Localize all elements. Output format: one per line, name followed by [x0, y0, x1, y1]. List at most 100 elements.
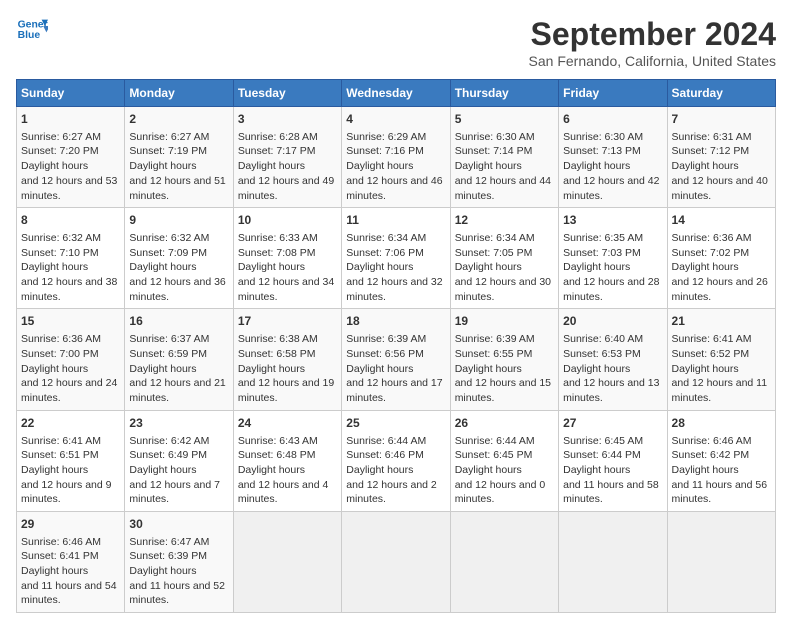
calendar-cell: 12Sunrise: 6:34 AMSunset: 7:05 PMDayligh… — [450, 208, 558, 309]
calendar-week-5: 29 Sunrise: 6:46 AM Sunset: 6:41 PM Dayligh… — [17, 511, 776, 612]
sunset-text: Sunset: 6:55 PM — [455, 348, 533, 360]
daylight-label: Daylight hours — [238, 261, 305, 273]
sunset-text: Sunset: 6:58 PM — [238, 348, 316, 360]
daylight-duration: and 12 hours and 0 minutes. — [455, 479, 546, 506]
day-number: 21 — [672, 313, 771, 330]
day-number: 30 — [129, 516, 228, 533]
sunset-text: Sunset: 6:41 PM — [21, 550, 99, 562]
daylight-label: Daylight hours — [21, 261, 88, 273]
day-number: 2 — [129, 111, 228, 128]
col-header-wednesday: Wednesday — [342, 80, 450, 107]
calendar-cell: 18 Sunrise: 6:39 AM Sunset: 6:56 PM Dayligh… — [342, 309, 450, 410]
day-number: 24 — [238, 415, 337, 432]
daylight-duration: and 12 hours and 4 minutes. — [238, 479, 329, 506]
sunset-text: Sunset: 6:49 PM — [129, 449, 207, 461]
sunrise-text: Sunrise: 6:34 AM — [346, 232, 426, 244]
calendar-cell: 14Sunrise: 6:36 AMSunset: 7:02 PMDayligh… — [667, 208, 775, 309]
daylight-duration: and 12 hours and 13 minutes. — [563, 377, 659, 404]
sunrise-text: Sunrise: 6:41 AM — [672, 333, 752, 345]
daylight-duration: and 12 hours and 53 minutes. — [21, 175, 117, 202]
sunrise-text: Sunrise: 6:32 AM — [129, 232, 209, 244]
daylight-label: Daylight hours — [21, 464, 88, 476]
sunrise-text: Sunrise: 6:28 AM — [238, 131, 318, 143]
daylight-duration: and 12 hours and 40 minutes. — [672, 175, 768, 202]
calendar-header-row: SundayMondayTuesdayWednesdayThursdayFrid… — [17, 80, 776, 107]
daylight-duration: and 12 hours and 17 minutes. — [346, 377, 442, 404]
calendar-cell: 9Sunrise: 6:32 AMSunset: 7:09 PMDaylight… — [125, 208, 233, 309]
daylight-label: Daylight hours — [563, 464, 630, 476]
calendar-cell: 15Sunrise: 6:36 AMSunset: 7:00 PMDayligh… — [17, 309, 125, 410]
calendar-cell: 19Sunrise: 6:39 AMSunset: 6:55 PMDayligh… — [450, 309, 558, 410]
daylight-label: Daylight hours — [21, 363, 88, 375]
daylight-duration: and 11 hours and 56 minutes. — [672, 479, 768, 506]
sunrise-text: Sunrise: 6:27 AM — [21, 131, 101, 143]
sunset-text: Sunset: 6:56 PM — [346, 348, 424, 360]
sunset-text: Sunset: 7:10 PM — [21, 247, 99, 259]
logo: General Blue — [16, 16, 48, 44]
calendar-cell: 24Sunrise: 6:43 AMSunset: 6:48 PMDayligh… — [233, 410, 341, 511]
day-number: 20 — [563, 313, 662, 330]
page-header: General Blue September 2024 San Fernando… — [16, 16, 776, 69]
daylight-label: Daylight hours — [455, 363, 522, 375]
sunset-text: Sunset: 6:48 PM — [238, 449, 316, 461]
day-number: 19 — [455, 313, 554, 330]
day-number: 18 — [346, 313, 445, 330]
daylight-duration: and 12 hours and 46 minutes. — [346, 175, 442, 202]
sunset-text: Sunset: 6:46 PM — [346, 449, 424, 461]
daylight-label: Daylight hours — [455, 160, 522, 172]
daylight-duration: and 12 hours and 2 minutes. — [346, 479, 437, 506]
daylight-duration: and 11 hours and 54 minutes. — [21, 580, 117, 607]
daylight-duration: and 12 hours and 21 minutes. — [129, 377, 225, 404]
daylight-label: Daylight hours — [238, 160, 305, 172]
daylight-label: Daylight hours — [129, 363, 196, 375]
day-number: 13 — [563, 212, 662, 229]
sunrise-text: Sunrise: 6:41 AM — [21, 435, 101, 447]
daylight-label: Daylight hours — [672, 464, 739, 476]
calendar-cell: 20Sunrise: 6:40 AMSunset: 6:53 PMDayligh… — [559, 309, 667, 410]
daylight-label: Daylight hours — [346, 363, 413, 375]
daylight-duration: and 12 hours and 7 minutes. — [129, 479, 220, 506]
day-number: 10 — [238, 212, 337, 229]
location-title: San Fernando, California, United States — [529, 53, 776, 69]
sunrise-text: Sunrise: 6:30 AM — [455, 131, 535, 143]
sunset-text: Sunset: 7:05 PM — [455, 247, 533, 259]
calendar-cell: 25Sunrise: 6:44 AMSunset: 6:46 PMDayligh… — [342, 410, 450, 511]
sunrise-text: Sunrise: 6:46 AM — [21, 536, 101, 548]
day-number: 5 — [455, 111, 554, 128]
daylight-duration: and 12 hours and 44 minutes. — [455, 175, 551, 202]
calendar-week-3: 15Sunrise: 6:36 AMSunset: 7:00 PMDayligh… — [17, 309, 776, 410]
sunrise-text: Sunrise: 6:35 AM — [563, 232, 643, 244]
daylight-label: Daylight hours — [21, 565, 88, 577]
calendar-cell: 29 Sunrise: 6:46 AM Sunset: 6:41 PM Dayligh… — [17, 511, 125, 612]
daylight-label: Daylight hours — [563, 363, 630, 375]
daylight-label: Daylight hours — [346, 160, 413, 172]
daylight-duration: and 12 hours and 28 minutes. — [563, 276, 659, 303]
calendar-week-4: 22Sunrise: 6:41 AMSunset: 6:51 PMDayligh… — [17, 410, 776, 511]
calendar-cell: 8Sunrise: 6:32 AMSunset: 7:10 PMDaylight… — [17, 208, 125, 309]
sunrise-text: Sunrise: 6:39 AM — [346, 333, 426, 345]
sunset-text: Sunset: 6:59 PM — [129, 348, 207, 360]
daylight-duration: and 12 hours and 38 minutes. — [21, 276, 117, 303]
calendar-cell: 1Sunrise: 6:27 AMSunset: 7:20 PMDaylight… — [17, 107, 125, 208]
calendar-cell: 23Sunrise: 6:42 AMSunset: 6:49 PMDayligh… — [125, 410, 233, 511]
daylight-duration: and 12 hours and 51 minutes. — [129, 175, 225, 202]
daylight-label: Daylight hours — [129, 464, 196, 476]
sunrise-text: Sunrise: 6:44 AM — [455, 435, 535, 447]
day-number: 28 — [672, 415, 771, 432]
calendar-cell: 11Sunrise: 6:34 AMSunset: 7:06 PMDayligh… — [342, 208, 450, 309]
daylight-duration: and 12 hours and 49 minutes. — [238, 175, 334, 202]
day-number: 27 — [563, 415, 662, 432]
col-header-sunday: Sunday — [17, 80, 125, 107]
sunset-text: Sunset: 7:20 PM — [21, 145, 99, 157]
sunrise-text: Sunrise: 6:43 AM — [238, 435, 318, 447]
calendar-cell: 6Sunrise: 6:30 AMSunset: 7:13 PMDaylight… — [559, 107, 667, 208]
calendar-cell: 22Sunrise: 6:41 AMSunset: 6:51 PMDayligh… — [17, 410, 125, 511]
sunset-text: Sunset: 6:42 PM — [672, 449, 750, 461]
col-header-tuesday: Tuesday — [233, 80, 341, 107]
daylight-duration: and 12 hours and 19 minutes. — [238, 377, 334, 404]
day-number: 22 — [21, 415, 120, 432]
sunset-text: Sunset: 7:16 PM — [346, 145, 424, 157]
calendar-cell: 7Sunrise: 6:31 AMSunset: 7:12 PMDaylight… — [667, 107, 775, 208]
daylight-duration: and 12 hours and 42 minutes. — [563, 175, 659, 202]
day-number: 29 — [21, 516, 120, 533]
